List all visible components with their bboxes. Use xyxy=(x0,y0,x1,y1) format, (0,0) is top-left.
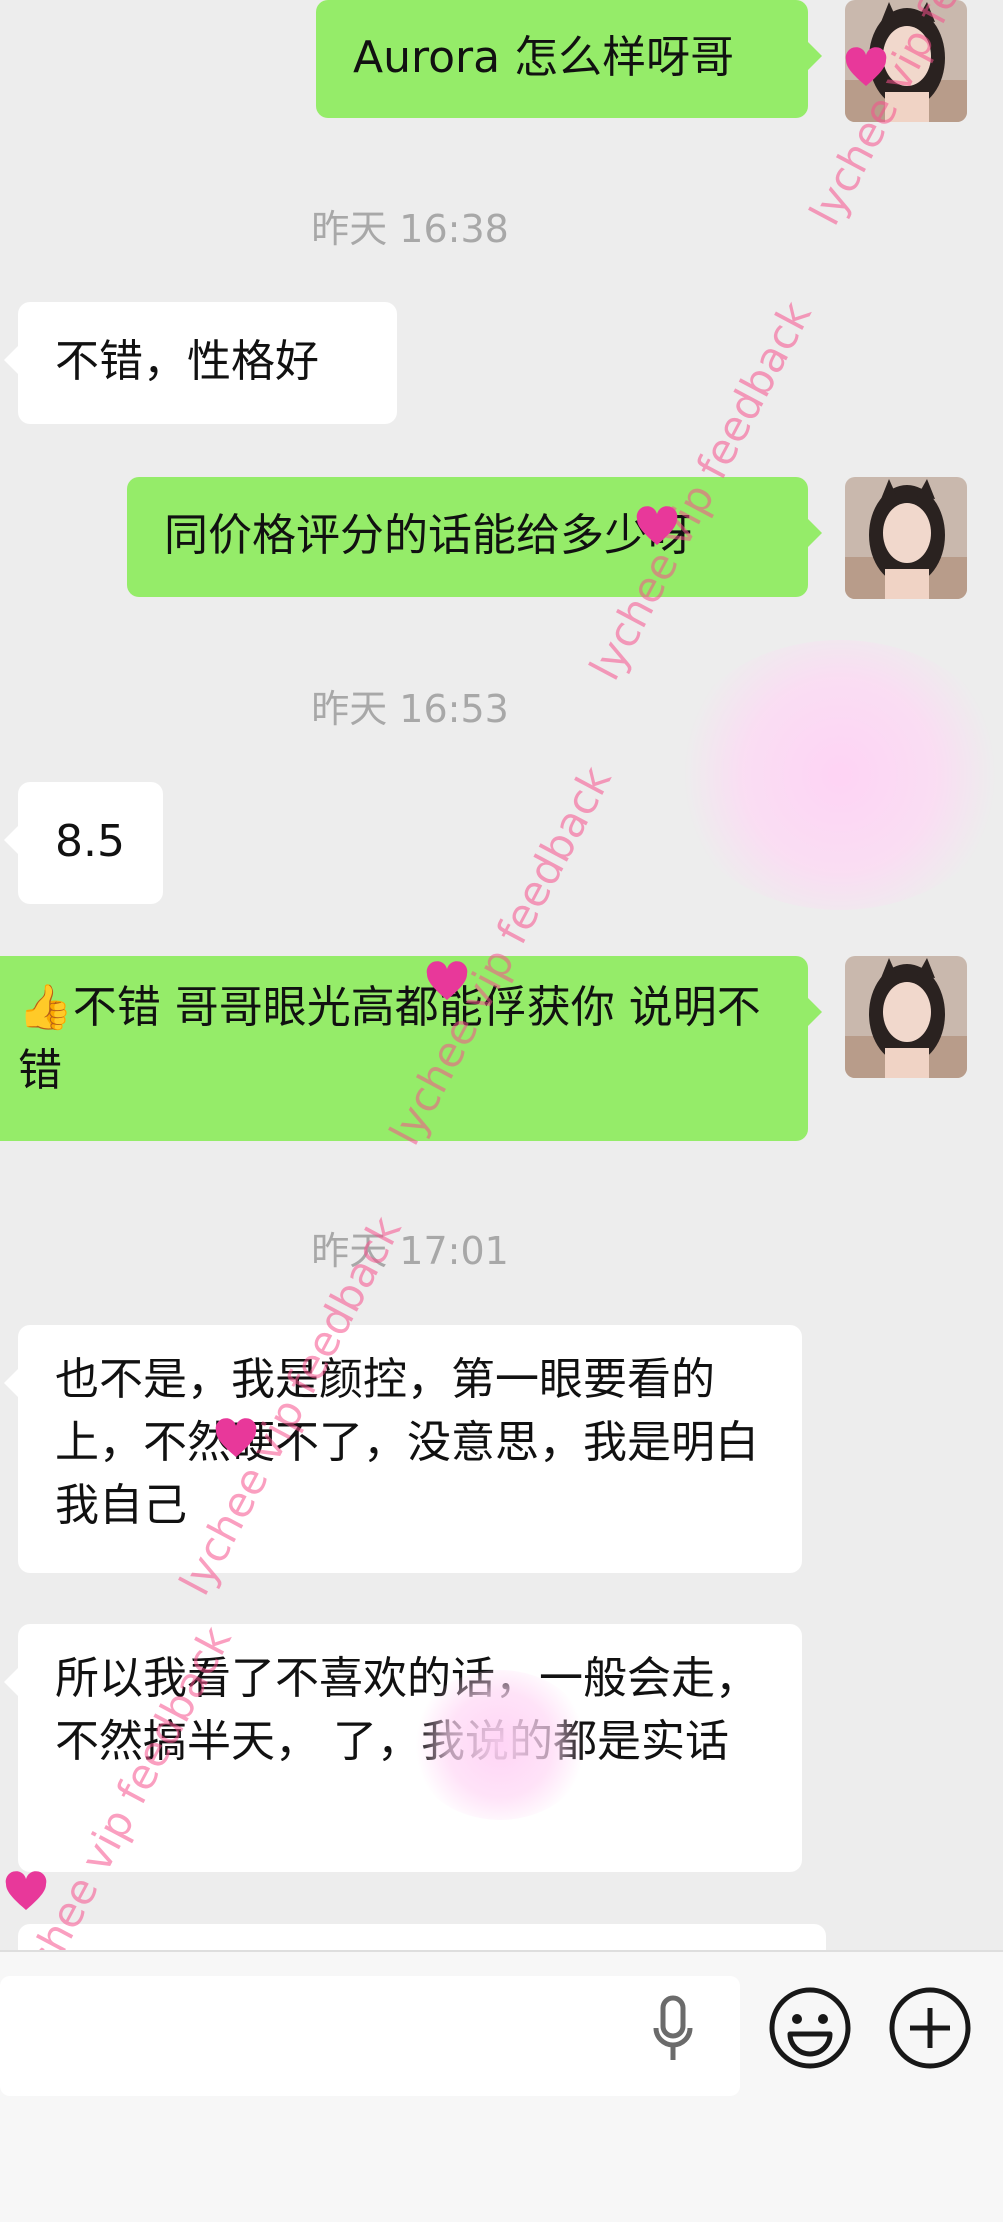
message-bubble-outgoing[interactable]: Aurora 怎么样呀哥 xyxy=(316,0,822,118)
avatar[interactable] xyxy=(845,956,967,1078)
message-bubble-incoming[interactable]: 不错，性格好 xyxy=(4,302,397,424)
message-text: 同价格评分的话能给多少呀 xyxy=(164,510,692,561)
message-timestamp: 昨天 16:53 xyxy=(311,687,509,731)
message-timestamp: 昨天 16:38 xyxy=(311,207,509,251)
message-text: Aurora 怎么样呀哥 xyxy=(353,32,735,83)
microphone-icon[interactable] xyxy=(648,1992,698,2072)
message-text: 不错，性格好 xyxy=(55,336,319,387)
message-text: 👍不错 哥哥眼光高都能俘获你 说明不错 xyxy=(18,982,761,1096)
smiley-icon[interactable] xyxy=(768,1986,852,2070)
heart-icon xyxy=(5,1871,47,1910)
message-timestamp: 昨天 17:01 xyxy=(311,1229,509,1273)
message-text: 也不是，我是颜控，第一眼要看的上，不然硬不了，没意思，我是明白我自己 xyxy=(55,1354,759,1531)
message-text: 所以我看了不喜欢的话，一般会走，不然搞半天， 了，我说的都是实话 xyxy=(55,1653,759,1767)
message-text: 8.5 xyxy=(55,816,125,867)
avatar[interactable] xyxy=(845,477,967,599)
plus-circle-icon[interactable] xyxy=(888,1986,972,2070)
message-input[interactable] xyxy=(0,1976,740,2096)
message-bubble-incoming[interactable]: 所以我看了不喜欢的话，一般会走，不然搞半天， 了，我说的都是实话 xyxy=(4,1624,802,1872)
message-bubble-outgoing[interactable]: 👍不错 哥哥眼光高都能俘获你 说明不错 xyxy=(0,956,822,1141)
chat-area[interactable]: Aurora 怎么样呀哥 昨天 16:38 不错，性格好 同价格评分的话能给多少… xyxy=(0,0,1003,1950)
message-bubble-incoming[interactable]: 也不是，我是颜控，第一眼要看的上，不然硬不了，没意思，我是明白我自己 xyxy=(4,1325,802,1573)
avatar[interactable] xyxy=(845,0,967,122)
input-bar xyxy=(0,1950,1003,2222)
message-bubble-outgoing[interactable]: 同价格评分的话能给多少呀 xyxy=(127,477,822,597)
message-bubble-incoming[interactable]: 8.5 xyxy=(4,782,163,904)
message-bubble-partial xyxy=(18,1924,826,1950)
